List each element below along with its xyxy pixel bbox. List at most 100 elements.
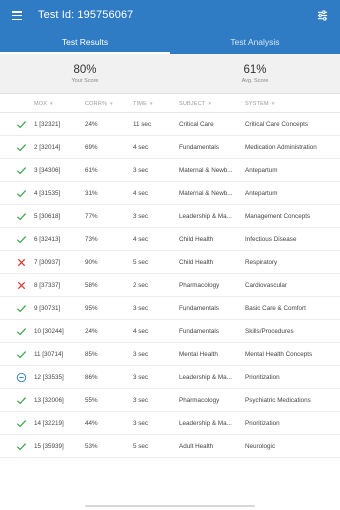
correct-percent: 61% [85,167,98,174]
subject: Leadership & Ma... [179,420,232,427]
system: Cardiovascular [245,282,287,289]
check-icon [16,418,28,429]
question-id: 3 [34306] [34,167,61,174]
subject: Critical Care [179,121,214,128]
system: Management Concepts [245,213,311,220]
sort-arrow-icon: ▼ [49,101,54,106]
check-icon [16,119,28,130]
question-id: 2 [32014] [34,144,61,151]
sliders-icon[interactable] [317,10,328,21]
question-id: 7 [30937] [34,259,61,266]
table-row[interactable]: 8 [37337] 58% 2 sec Pharmacology Cardiovascu… [0,274,340,297]
time-spent: 3 sec [133,351,149,358]
correct-percent: 31% [85,190,98,197]
subject: Maternal & Newb... [179,167,233,174]
column-header-time[interactable]: TIME ▼ [133,101,154,107]
system: Respiratory [245,259,278,266]
time-spent: 4 sec [133,144,149,151]
avg-score-label: Avg. Score [241,78,269,84]
subject: Pharmacology [179,397,220,404]
check-icon [16,211,28,222]
question-id: 12 [33535] [34,374,64,381]
check-icon [16,303,28,314]
table-body: 1 [32321] 24% 11 sec Critical Care Critical … [0,113,340,458]
correct-percent: 85% [85,351,98,358]
subject: Child Health [179,259,214,266]
system: Prioritization [245,420,280,427]
subject: Pharmacology [179,282,220,289]
question-id: 6 [32413] [34,236,61,243]
system: Psychiatric Medications [245,397,311,404]
table-row[interactable]: 3 [34306] 61% 3 sec Maternal & Newb... Antep… [0,159,340,182]
time-spent: 11 sec [133,121,152,128]
your-score-value: 80% [73,64,97,76]
table-row[interactable]: 15 [35939] 53% 5 sec Adult Health Neurologic [0,435,340,458]
time-spent: 3 sec [133,374,149,381]
system: Skills/Procedures [245,328,294,335]
page-title: Test Id: 195756067 [38,9,134,21]
system: Infectious Disease [245,236,297,243]
column-header-system[interactable]: SYSTEM ▼ [245,101,275,107]
subject: Leadership & Ma... [179,374,232,381]
results-table: MOX ▼ CORR% ▼ TIME ▼ SUBJECT ▼ SYSTEM ▼ 1 [32… [0,97,340,458]
system: Basic Care & Comfort [245,305,306,312]
question-id: 8 [37337] [34,282,61,289]
column-header-subject[interactable]: SUBJECT ▼ [179,101,212,107]
table-row[interactable]: 10 [30244] 24% 4 sec Fundamentals Skills/Pro… [0,320,340,343]
table-row[interactable]: 2 [32014] 69% 4 sec Fundamentals Medication … [0,136,340,159]
sort-arrow-icon: ▼ [109,101,114,106]
time-spent: 3 sec [133,420,149,427]
question-id: 4 [31535] [34,190,61,197]
question-id: 13 [32006] [34,397,64,404]
menu-icon[interactable] [12,11,22,21]
table-row[interactable]: 12 [33535] 86% 3 sec Leadership & Ma... Prio… [0,366,340,389]
question-id: 11 [30714] [34,351,64,358]
time-spent: 5 sec [133,443,149,450]
table-row[interactable]: 14 [32219] 44% 3 sec Leadership & Ma... Prio… [0,412,340,435]
tab-test-results[interactable]: Test Results [0,32,170,54]
correct-percent: 90% [85,259,98,266]
system: Prioritization [245,374,280,381]
check-icon [16,349,28,360]
table-row[interactable]: 11 [30714] 85% 3 sec Mental Health Mental He… [0,343,340,366]
question-id: 9 [30731] [34,305,61,312]
score-summary: 80% Your Score 61% Avg. Score [0,54,340,94]
column-header-mox[interactable]: MOX ▼ [34,101,54,107]
correct-percent: 24% [85,328,98,335]
avg-score: 61% Avg. Score [225,64,285,84]
system: Neurologic [245,443,276,450]
sort-arrow-icon: ▼ [148,101,154,106]
avg-score-value: 61% [243,64,267,76]
subject: Mental Health [179,351,218,358]
check-icon [16,142,28,153]
correct-percent: 55% [85,397,98,404]
check-icon [16,326,28,337]
table-row[interactable]: 13 [32006] 55% 3 sec Pharmacology Psychiatri… [0,389,340,412]
subject: Fundamentals [179,328,219,335]
time-spent: 4 sec [133,190,149,197]
sort-arrow-icon: ▼ [207,101,213,106]
correct-percent: 77% [85,213,98,220]
minus-circle-icon [16,372,28,383]
tab-test-analysis[interactable]: Test Analysis [170,32,340,54]
table-row[interactable]: 6 [32413] 73% 4 sec Child Health Infectious … [0,228,340,251]
table-row[interactable]: 4 [31535] 31% 4 sec Maternal & Newb... Antep… [0,182,340,205]
table-row[interactable]: 1 [32321] 24% 11 sec Critical Care Critical … [0,113,340,136]
correct-percent: 44% [85,420,98,427]
table-row[interactable]: 9 [30731] 95% 3 sec Fundamentals Basic Care … [0,297,340,320]
system: Critical Care Concepts [245,121,308,128]
table-row[interactable]: 7 [30937] 90% 5 sec Child Health Respiratory [0,251,340,274]
question-id: 5 [30618] [34,213,61,220]
your-score: 80% Your Score [55,64,115,84]
time-spent: 3 sec [133,305,149,312]
correct-percent: 95% [85,305,98,312]
time-spent: 3 sec [133,397,149,404]
check-icon [16,165,28,176]
check-icon [16,395,28,406]
correct-percent: 24% [85,121,98,128]
column-header-corr[interactable]: CORR% ▼ [85,101,114,107]
table-row[interactable]: 5 [30618] 77% 3 sec Leadership & Ma... Manag… [0,205,340,228]
time-spent: 4 sec [133,328,149,335]
subject: Fundamentals [179,305,219,312]
system: Antepartum [245,167,278,174]
